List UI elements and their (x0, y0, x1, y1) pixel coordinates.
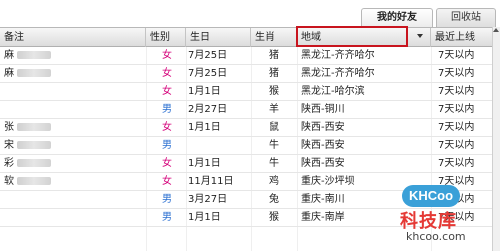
zodiac-cell: 猪 (269, 50, 279, 61)
last-login-cell: 7天以内 (438, 158, 475, 169)
watermark-logo: KHCoo (402, 185, 460, 207)
birthday-cell (188, 137, 248, 155)
blurred-name (17, 69, 51, 77)
column-header-gender[interactable]: 性别 (146, 28, 186, 47)
zodiac-cell: 牛 (269, 140, 279, 151)
table-row[interactable]: 宋 男 牛 陕西-西安 7天以内 (0, 137, 492, 155)
gender-cell: 女 (162, 68, 172, 79)
last-login-cell: 7天以内 (438, 104, 475, 115)
table-row[interactable]: 彩 女 1月1日 牛 陕西-西安 7天以内 (0, 155, 492, 173)
note-cell (4, 209, 144, 227)
gender-cell: 女 (162, 86, 172, 97)
note-cell (4, 101, 144, 119)
region-cell: 黑龙江-齐齐哈尔 (301, 68, 375, 79)
column-header-note[interactable]: 备注 (0, 28, 146, 47)
blurred-name (17, 159, 51, 167)
birthday-cell: 7月25日 (188, 50, 228, 61)
gender-cell: 女 (162, 158, 172, 169)
gender-cell: 女 (162, 50, 172, 61)
blurred-name (17, 141, 51, 149)
birthday-cell: 3月27日 (188, 194, 228, 205)
birthday-cell: 1月1日 (188, 122, 221, 133)
zodiac-cell: 猴 (269, 86, 279, 97)
table-row[interactable]: 张 女 1月1日 鼠 陕西-西安 7天以内 (0, 119, 492, 137)
watermark: KHCoo 科技库 khcoo.com (400, 185, 496, 247)
last-login-cell: 7天以内 (438, 122, 475, 133)
note-cell: 麻 (4, 65, 144, 83)
tab-my-friends[interactable]: 我的好友 (361, 8, 433, 27)
blurred-name (17, 123, 51, 131)
gender-cell: 女 (162, 176, 172, 187)
zodiac-cell: 猪 (269, 68, 279, 79)
note-cell: 彩 (4, 155, 144, 173)
note-cell (4, 83, 144, 101)
tab-bar: 我的好友 回收站 (0, 0, 500, 27)
column-header-last-login[interactable]: 最近上线 (431, 28, 492, 47)
zodiac-cell: 鼠 (269, 122, 279, 133)
note-cell: 麻 (4, 47, 144, 65)
column-header-birthday[interactable]: 生日 (186, 28, 251, 47)
gender-cell: 女 (162, 122, 172, 133)
region-cell: 陕西-西安 (301, 158, 345, 169)
note-cell: 宋 (4, 137, 144, 155)
region-cell: 黑龙江-齐齐哈尔 (301, 50, 375, 61)
column-header-region[interactable]: 地域 (297, 28, 431, 47)
region-cell: 陕西-西安 (301, 122, 345, 133)
zodiac-cell: 兔 (269, 194, 279, 205)
birthday-cell: 1月1日 (188, 158, 221, 169)
tab-recycle-bin[interactable]: 回收站 (436, 8, 496, 27)
birthday-cell: 11月11日 (188, 176, 234, 187)
blurred-name (17, 177, 51, 185)
last-login-cell: 7天以内 (438, 140, 475, 151)
dropdown-arrow-icon[interactable] (417, 34, 423, 38)
table-row[interactable]: 男 2月27日 羊 陕西-铜川 7天以内 (0, 101, 492, 119)
region-cell: 黑龙江-哈尔滨 (301, 86, 365, 97)
gender-cell: 男 (162, 194, 172, 205)
last-login-cell: 7天以内 (438, 86, 475, 97)
zodiac-cell: 牛 (269, 158, 279, 169)
note-cell: 张 (4, 119, 144, 137)
zodiac-cell: 鸡 (269, 176, 279, 187)
column-header-zodiac[interactable]: 生肖 (251, 28, 297, 47)
zodiac-cell: 羊 (269, 104, 279, 115)
last-login-cell: 7天以内 (438, 68, 475, 79)
watermark-url: khcoo.com (406, 230, 466, 243)
gender-cell: 男 (162, 140, 172, 151)
table-row[interactable]: 麻 女 7月25日 猪 黑龙江-齐齐哈尔 7天以内 (0, 65, 492, 83)
birthday-cell: 7月25日 (188, 68, 228, 79)
blurred-name (17, 51, 51, 59)
region-cell: 陕西-铜川 (301, 104, 345, 115)
zodiac-cell: 猴 (269, 212, 279, 223)
last-login-cell: 7天以内 (438, 50, 475, 61)
scroll-up-icon[interactable] (493, 28, 499, 32)
note-cell: 软 (4, 173, 144, 191)
birthday-cell: 1月1日 (188, 212, 221, 223)
region-cell: 陕西-西安 (301, 140, 345, 151)
birthday-cell: 1月1日 (188, 86, 221, 97)
table-row[interactable]: 麻 女 7月25日 猪 黑龙江-齐齐哈尔 7天以内 (0, 47, 492, 65)
gender-cell: 男 (162, 212, 172, 223)
table-row[interactable]: 女 1月1日 猴 黑龙江-哈尔滨 7天以内 (0, 83, 492, 101)
note-cell (4, 191, 144, 209)
gender-cell: 男 (162, 104, 172, 115)
birthday-cell: 2月27日 (188, 104, 228, 115)
